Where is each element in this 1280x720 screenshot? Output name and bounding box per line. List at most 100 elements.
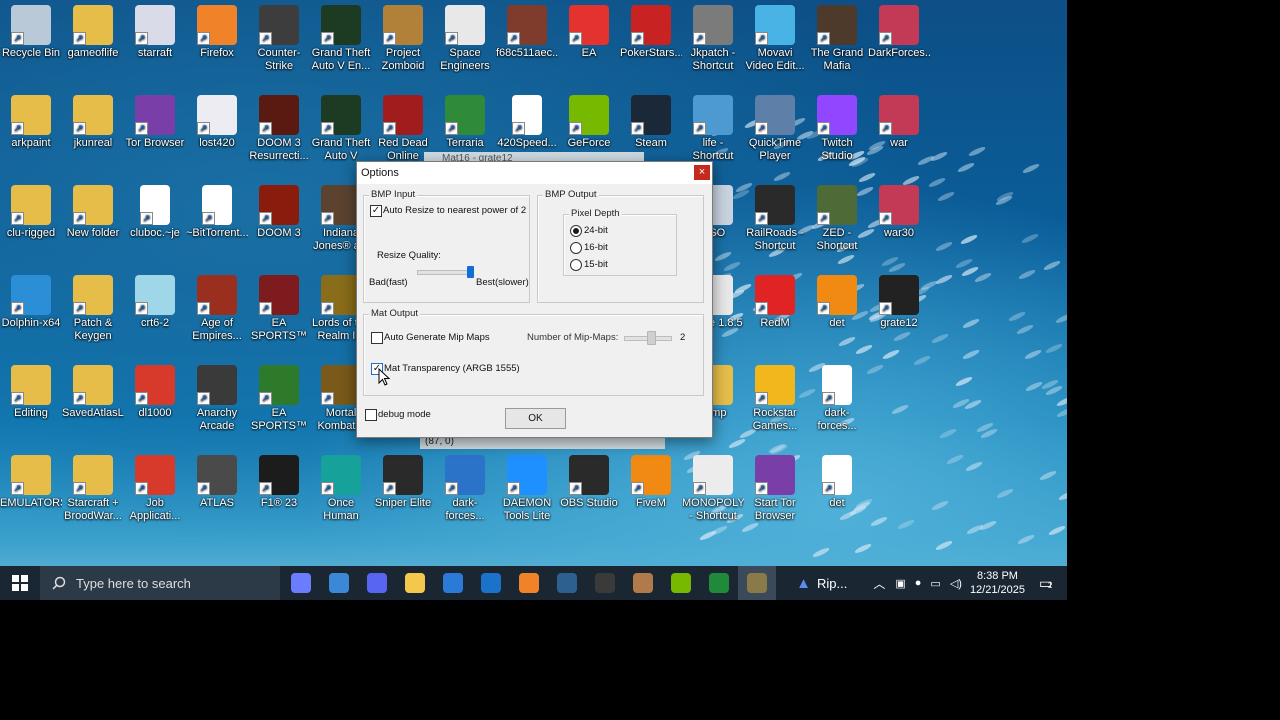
desktop-icon[interactable]: ↗ Project Zomboid bbox=[372, 5, 434, 73]
taskbar-app-button[interactable] bbox=[396, 566, 434, 600]
taskbar-app-button[interactable] bbox=[700, 566, 738, 600]
camera-icon[interactable]: ▣ bbox=[895, 577, 905, 590]
desktop-icon[interactable]: ↗ OBS Studio bbox=[558, 455, 620, 510]
debug-mode-checkbox[interactable] bbox=[365, 409, 377, 421]
desktop-icon[interactable]: ↗ war30 bbox=[868, 185, 930, 240]
desktop-icon[interactable]: ↗ Patch & Keygen bbox=[62, 275, 124, 343]
desktop-icon[interactable]: ↗ gameoflife bbox=[62, 5, 124, 60]
desktop-icon[interactable]: ↗ Space Engineers bbox=[434, 5, 496, 73]
taskbar-app-button[interactable] bbox=[434, 566, 472, 600]
desktop-icon[interactable]: ↗ DAEMON Tools Lite bbox=[496, 455, 558, 523]
desktop-icon[interactable]: ↗ QuickTime Player bbox=[744, 95, 806, 163]
warning-icon[interactable]: ▲ bbox=[796, 575, 811, 592]
taskbar-app-button[interactable] bbox=[738, 566, 776, 600]
volume-icon[interactable]: ◁) bbox=[950, 577, 962, 590]
desktop-icon[interactable]: ↗ DOOM 3 bbox=[248, 185, 310, 240]
desktop-icon[interactable]: ↗ starraft bbox=[124, 5, 186, 60]
clock[interactable]: 8:38 PM 12/21/2025 bbox=[970, 569, 1025, 597]
desktop-icon[interactable]: ↗ New folder bbox=[62, 185, 124, 240]
desktop-icon[interactable]: ↗ SavedAtlasL... bbox=[62, 365, 124, 420]
desktop-icon[interactable]: ↗ det bbox=[806, 275, 868, 330]
desktop-icon[interactable]: ↗ arkpaint bbox=[0, 95, 62, 150]
desktop-icon[interactable]: ↗ Sniper Elite bbox=[372, 455, 434, 510]
desktop-icon[interactable]: ↗ DOOM 3 Resurrecti... bbox=[248, 95, 310, 163]
desktop-icon[interactable]: ↗ Movavi Video Edit... bbox=[744, 5, 806, 73]
taskbar-app-button[interactable] bbox=[282, 566, 320, 600]
desktop-icon[interactable]: ↗ grate12 bbox=[868, 275, 930, 330]
desktop-icon[interactable]: ↗ jkunreal bbox=[62, 95, 124, 150]
taskbar-app-button[interactable] bbox=[548, 566, 586, 600]
desktop-icon[interactable]: ↗ Firefox bbox=[186, 5, 248, 60]
auto-resize-checkbox[interactable]: ✓ bbox=[370, 205, 382, 217]
radio-24-bit[interactable] bbox=[570, 225, 582, 237]
resize-quality-slider[interactable] bbox=[467, 266, 474, 278]
desktop-icon[interactable]: ↗ dark-forces... bbox=[806, 365, 868, 433]
search-box[interactable]: Type here to search bbox=[40, 566, 280, 600]
desktop-icon[interactable]: ↗ GeForce bbox=[558, 95, 620, 150]
desktop-icon[interactable]: ↗ life - Shortcut bbox=[682, 95, 744, 163]
desktop-icon[interactable]: ↗ F1® 23 bbox=[248, 455, 310, 510]
desktop-icon[interactable]: ↗ RedM bbox=[744, 275, 806, 330]
taskbar-app-button[interactable] bbox=[510, 566, 548, 600]
auto-mip-checkbox[interactable] bbox=[371, 332, 383, 344]
desktop-icon[interactable]: ↗ Start Tor Browser bbox=[744, 455, 806, 523]
desktop-icon[interactable]: ↗ Recycle Bin bbox=[0, 5, 62, 60]
close-button[interactable]: × bbox=[694, 165, 710, 180]
desktop-icon[interactable]: ↗ Starcraft + BroodWar... bbox=[62, 455, 124, 523]
start-button[interactable] bbox=[0, 566, 40, 600]
desktop-icon[interactable]: ↗ DarkForces... bbox=[868, 5, 930, 60]
desktop-icon[interactable]: ↗ Dolphin-x64 bbox=[0, 275, 62, 330]
desktop-icon[interactable]: ↗ cluboc.~je bbox=[124, 185, 186, 240]
num-mips-slider[interactable] bbox=[647, 331, 656, 345]
desktop-icon[interactable]: ↗ The Grand Mafia bbox=[806, 5, 868, 73]
desktop-icon[interactable]: ↗ ZED - Shortcut bbox=[806, 185, 868, 253]
desktop-icon[interactable]: ↗ Tor Browser bbox=[124, 95, 186, 150]
desktop-icon[interactable]: ↗ Steam bbox=[620, 95, 682, 150]
rip-label[interactable]: Rip... bbox=[817, 576, 847, 591]
desktop-icon[interactable]: ↗ crt6-2 bbox=[124, 275, 186, 330]
desktop-icon[interactable]: ↗ Jkpatch - Shortcut bbox=[682, 5, 744, 73]
desktop-icon[interactable]: ↗ Once Human bbox=[310, 455, 372, 523]
desktop-icon[interactable]: ↗ 420Speed... bbox=[496, 95, 558, 150]
desktop-icon[interactable]: ↗ lost420 bbox=[186, 95, 248, 150]
chevron-up-icon[interactable]: ︿ bbox=[873, 575, 885, 592]
taskbar-app-button[interactable] bbox=[320, 566, 358, 600]
taskbar-app-button[interactable] bbox=[358, 566, 396, 600]
radio-15-bit[interactable] bbox=[570, 259, 582, 271]
desktop-icon[interactable]: ↗ Counter-Strike Source bbox=[248, 5, 310, 73]
desktop-icon[interactable]: ↗ det bbox=[806, 455, 868, 510]
desktop-icon[interactable]: ↗ dark-forces... bbox=[434, 455, 496, 523]
desktop-icon[interactable]: ↗ f68c511aec... bbox=[496, 5, 558, 60]
desktop-icon[interactable]: ↗ RailRoads - Shortcut bbox=[744, 185, 806, 253]
taskbar-app-button[interactable] bbox=[472, 566, 510, 600]
microphone-icon[interactable]: ● bbox=[915, 577, 922, 589]
desktop-icon[interactable]: ↗ EA SPORTS™ PGA TOUR™ bbox=[248, 365, 310, 433]
desktop-icon[interactable]: ↗ FiveM bbox=[620, 455, 682, 510]
desktop-icon[interactable]: ↗ EA bbox=[558, 5, 620, 60]
desktop-icon[interactable]: ↗ Editing bbox=[0, 365, 62, 420]
desktop-icon[interactable]: ↗ EA SPORTS™ Madden N... bbox=[248, 275, 310, 343]
desktop-icon[interactable]: ↗ PokerStars... bbox=[620, 5, 682, 60]
desktop-icon[interactable]: ↗ ATLAS bbox=[186, 455, 248, 510]
desktop-icon[interactable]: ↗ EMULATORS bbox=[0, 455, 62, 510]
desktop-icon[interactable]: ↗ Twitch Studio bbox=[806, 95, 868, 163]
desktop-icon[interactable]: ↗ Rockstar Games... bbox=[744, 365, 806, 433]
desktop-icon[interactable]: ↗ ~BitTorrent... bbox=[186, 185, 248, 240]
desktop-icon[interactable]: ↗ dl1000 bbox=[124, 365, 186, 420]
desktop-icon[interactable]: ↗ war bbox=[868, 95, 930, 150]
ok-button[interactable]: OK bbox=[505, 408, 566, 429]
network-icon[interactable]: ▭ bbox=[930, 577, 940, 590]
desktop-icon[interactable]: ↗ Terraria bbox=[434, 95, 496, 150]
taskbar-app-button[interactable] bbox=[624, 566, 662, 600]
taskbar-app-button[interactable] bbox=[586, 566, 624, 600]
desktop-icon[interactable]: ↗ Grand Theft Auto V bbox=[310, 95, 372, 163]
desktop-icon[interactable]: ↗ Grand Theft Auto V En... bbox=[310, 5, 372, 73]
desktop-icon[interactable]: ↗ Job Applicati... bbox=[124, 455, 186, 523]
radio-16-bit[interactable] bbox=[570, 242, 582, 254]
desktop-icon[interactable]: ↗ Age of Empires... bbox=[186, 275, 248, 343]
taskbar-app-button[interactable] bbox=[662, 566, 700, 600]
desktop-icon[interactable]: ↗ clu-rigged bbox=[0, 185, 62, 240]
desktop-icon[interactable]: ↗ Anarchy Arcade bbox=[186, 365, 248, 433]
dialog-titlebar[interactable]: Options × bbox=[357, 162, 712, 184]
desktop-icon[interactable]: ↗ MONOPOLY - Shortcut bbox=[682, 455, 744, 523]
